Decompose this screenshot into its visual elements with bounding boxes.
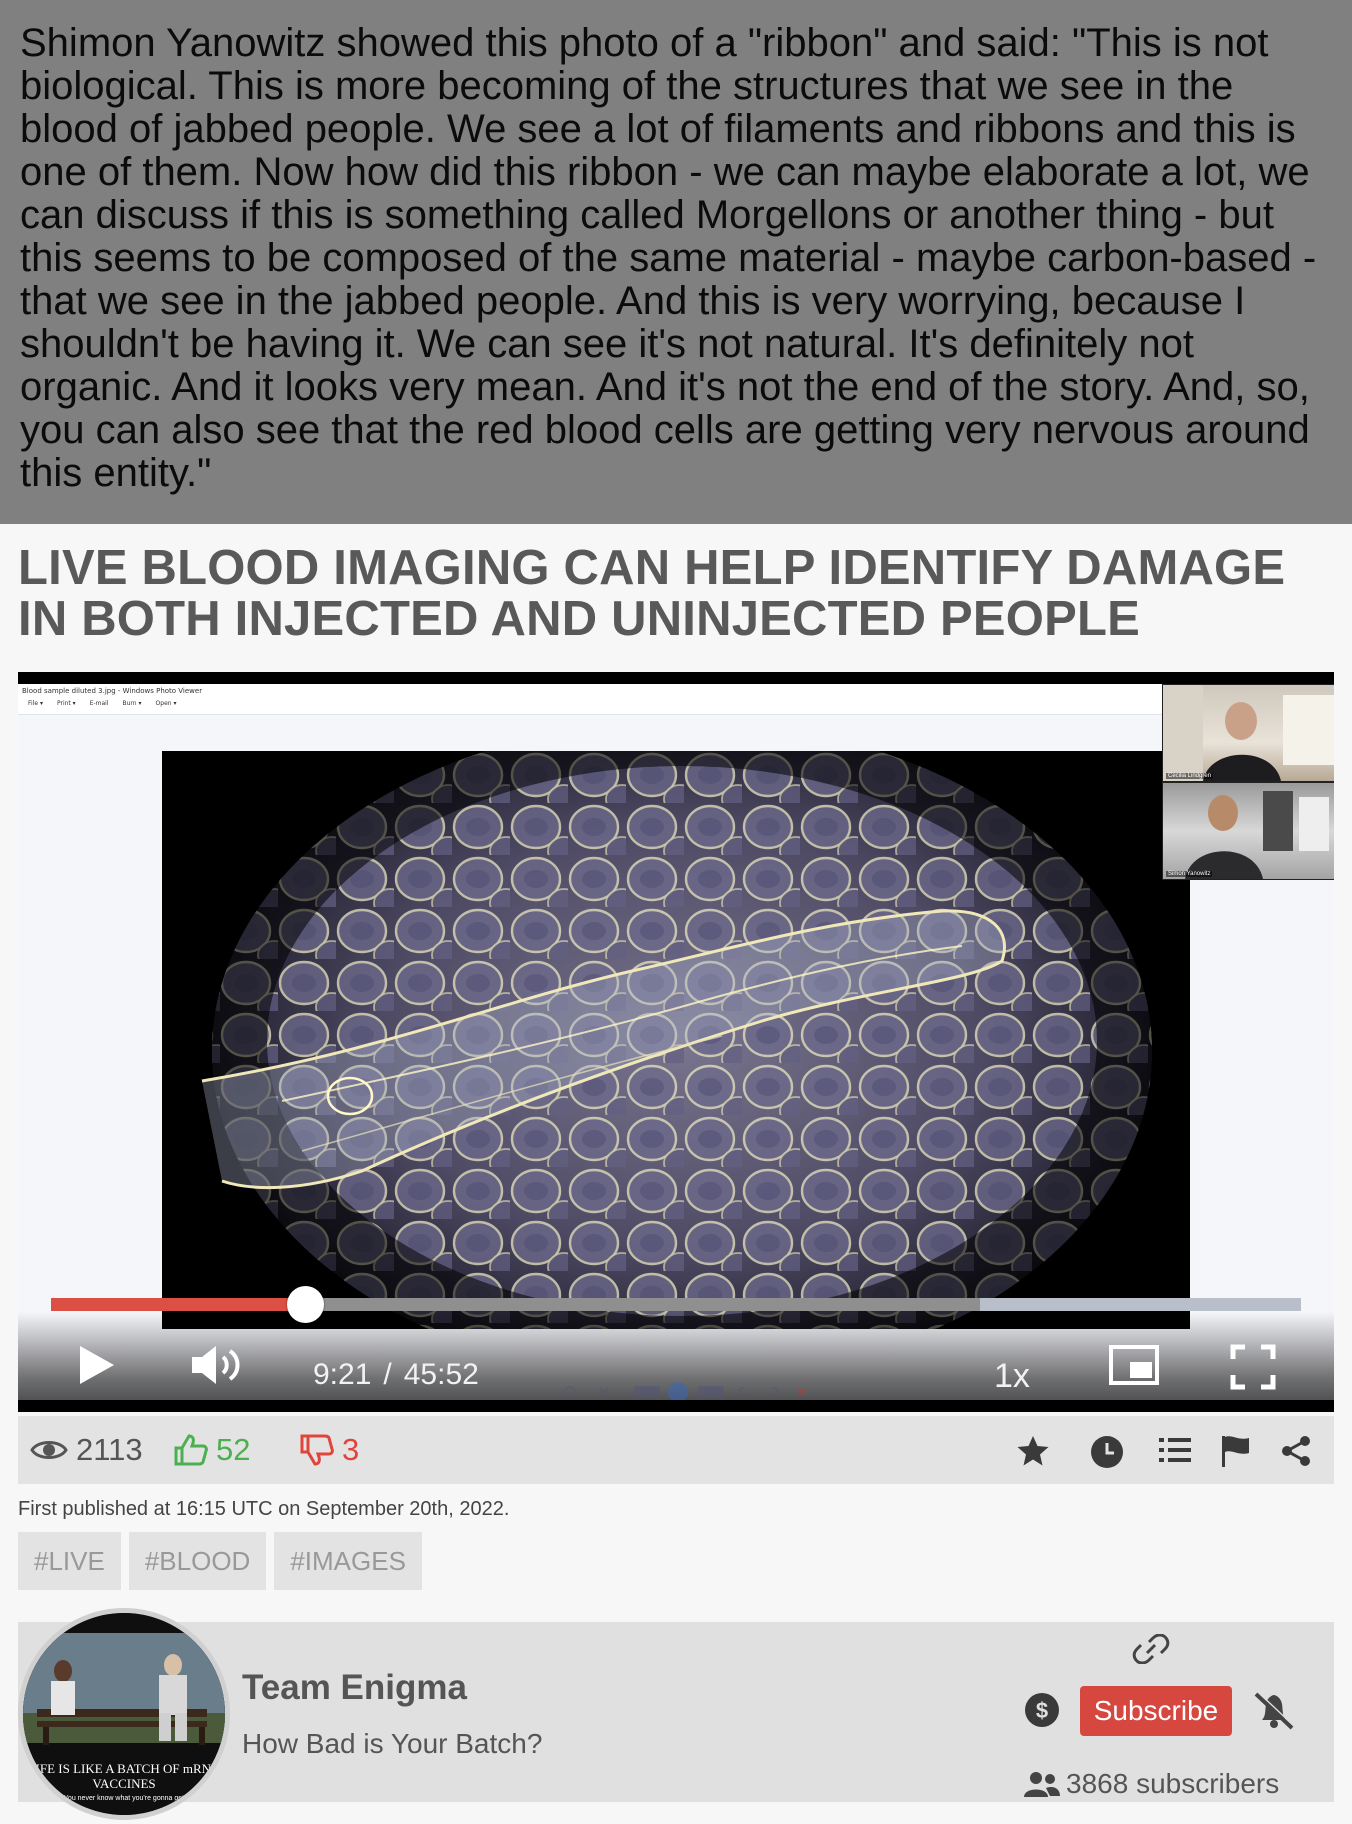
view-count-value: 2113 (76, 1432, 143, 1467)
avatar-subcaption: You never know what you're gonna get (63, 1795, 185, 1802)
dislike-button[interactable]: 3 (300, 1432, 359, 1468)
time-display: 9:21 / 45:52 (313, 1358, 479, 1392)
channel-avatar[interactable]: LIFE IS LIKE A BATCH OF mRNA VACCINES Yo… (18, 1608, 230, 1820)
viewer-menu-item: E-mail (89, 700, 109, 707)
subscribe-button[interactable]: Subscribe (1080, 1686, 1232, 1736)
microscope-image (162, 751, 1190, 1329)
current-time: 9:21 (313, 1358, 372, 1391)
list-icon (1159, 1438, 1191, 1462)
dislike-count: 3 (342, 1432, 360, 1467)
photo-viewer-toolbar (548, 1382, 828, 1400)
video-title: LIVE BLOOD IMAGING CAN HELP IDENTIFY DAM… (18, 541, 1286, 646)
channel-link-button[interactable] (1132, 1633, 1170, 1669)
viewer-menu-item: File ▾ (28, 700, 43, 707)
donate-button[interactable]: $ (1024, 1692, 1060, 1733)
progress-scrubber[interactable] (286, 1286, 324, 1323)
like-button[interactable]: 52 (174, 1432, 250, 1468)
bell-off-icon (1254, 1691, 1295, 1730)
channel-tagline: How Bad is Your Batch? (242, 1728, 543, 1759)
tag-list: #LIVE #BLOOD #IMAGES (18, 1532, 422, 1590)
play-button[interactable] (76, 1344, 116, 1391)
report-button[interactable] (1220, 1435, 1252, 1472)
svg-text:$: $ (1036, 1698, 1048, 1723)
share-icon (1282, 1436, 1310, 1466)
like-count: 52 (216, 1432, 251, 1467)
photo-viewer-titlebar: Blood sample diluted 3.jpg - Windows Pho… (18, 684, 1162, 715)
webcam-name-2: Simon Yanowitz (1166, 871, 1213, 877)
flag-icon (1222, 1436, 1249, 1467)
fullscreen-button[interactable] (1230, 1344, 1276, 1395)
clock-icon (1091, 1436, 1123, 1468)
photo-viewer-title: Blood sample diluted 3.jpg - Windows Pho… (22, 687, 203, 695)
progress-bar[interactable] (51, 1286, 1301, 1323)
play-icon (80, 1346, 114, 1384)
channel-name[interactable]: Team Enigma (242, 1668, 467, 1708)
dollar-icon: $ (1025, 1693, 1059, 1727)
webcam-feed-2: Simon Yanowitz (1162, 782, 1334, 880)
progress-played (51, 1298, 305, 1311)
photo-viewer-menu: File ▾ Print ▾ E-mail Burn ▾ Open ▾ (28, 700, 176, 707)
duration: 45:52 (403, 1358, 479, 1391)
thumbs-down-icon (300, 1434, 334, 1466)
publish-date: First published at 16:15 UTC on Septembe… (18, 1498, 510, 1520)
subscriber-count-value: 3868 subscribers (1066, 1768, 1280, 1799)
quote-box: Shimon Yanowitz showed this photo of a "… (0, 0, 1352, 524)
favorite-button[interactable] (1016, 1435, 1050, 1472)
webcam-name-1: Cecilia Lindgren (1166, 773, 1214, 779)
eye-icon (30, 1441, 68, 1459)
avatar-caption: LIFE IS LIKE A BATCH OF mRNA VACCINES (27, 1761, 221, 1791)
volume-icon (192, 1346, 240, 1384)
link-icon (1132, 1633, 1170, 1665)
star-icon (1017, 1436, 1049, 1466)
video-frame[interactable]: Blood sample diluted 3.jpg - Windows Pho… (18, 684, 1334, 1400)
subscriber-count: 3868 subscribers (1024, 1768, 1279, 1800)
share-button[interactable] (1280, 1435, 1312, 1472)
users-icon (1024, 1772, 1060, 1797)
viewer-menu-item: Burn ▾ (122, 700, 142, 707)
volume-button[interactable] (190, 1344, 242, 1391)
quote-text: Shimon Yanowitz showed this photo of a "… (20, 21, 1317, 495)
tag-live[interactable]: #LIVE (18, 1532, 121, 1590)
stats-bar: 2113 52 3 (18, 1416, 1334, 1484)
viewer-menu-item: Open ▾ (155, 700, 177, 707)
picture-in-picture-button[interactable] (1108, 1344, 1160, 1391)
webcam-feed-1: Cecilia Lindgren (1162, 684, 1334, 782)
notifications-button[interactable] (1252, 1691, 1296, 1735)
fullscreen-icon (1230, 1344, 1276, 1390)
playback-speed-button[interactable]: 1x (994, 1357, 1030, 1396)
viewer-menu-item: Print ▾ (56, 700, 76, 707)
channel-card: LIFE IS LIKE A BATCH OF mRNA VACCINES Yo… (18, 1608, 1334, 1820)
tag-images[interactable]: #IMAGES (274, 1532, 422, 1590)
view-count: 2113 (30, 1432, 143, 1468)
video-player[interactable]: Blood sample diluted 3.jpg - Windows Pho… (18, 672, 1334, 1412)
picture-in-picture-icon (1109, 1345, 1159, 1385)
time-separator: / (383, 1358, 392, 1391)
thumbs-up-icon (174, 1434, 208, 1466)
watch-later-button[interactable] (1090, 1435, 1124, 1474)
tag-blood[interactable]: #BLOOD (128, 1532, 267, 1590)
add-to-playlist-button[interactable] (1158, 1435, 1192, 1470)
